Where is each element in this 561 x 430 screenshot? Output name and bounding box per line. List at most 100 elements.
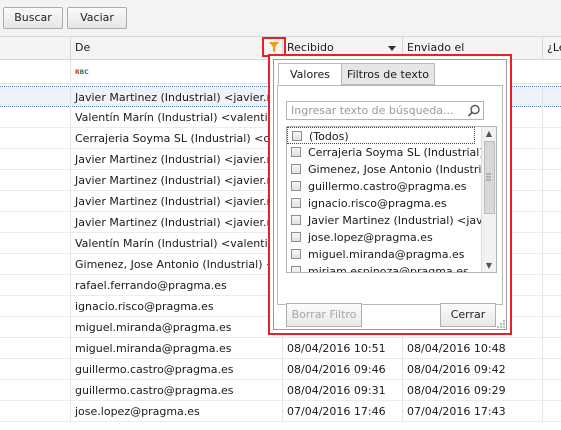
scroll-down-icon[interactable]: ▼ [482,259,496,272]
filter-value-label: (Todos) [309,130,349,143]
row-indicator-cell [0,170,70,190]
tab-text-filters[interactable]: Filtros de texto [341,63,435,85]
read-cell [542,296,561,316]
received-cell: 07/04/2016 17:46 [282,401,402,421]
filter-value-item[interactable]: Cerrajeria Soyma SL (Industrial) <ce [287,144,496,161]
from-cell: miguel.miranda@pragma.es [70,317,282,337]
from-cell: Javier Martinez (Industrial) <javier.mar [70,149,282,169]
filter-condition-icon[interactable]: RBC [75,69,89,76]
sent-cell: 08/04/2016 09:42 [402,359,542,379]
row-indicator-cell [0,233,70,253]
filter-value-item[interactable]: Javier Martinez (Industrial) <javier. [287,212,496,229]
row-indicator-cell [0,254,70,274]
row-indicator-cell [0,191,70,211]
read-cell [542,87,561,107]
read-cell [542,128,561,148]
read-cell [542,317,561,337]
filter-value-item[interactable]: Gimenez, Jose Antonio (Industrial) < [287,161,496,178]
row-indicator-cell [0,212,70,232]
column-filter-popup: Valores Filtros de texto (Todos) Cerraje… [268,54,512,335]
resize-grip-icon[interactable] [497,320,505,328]
table-row[interactable]: jose.lopez@pragma.es 07/04/2016 17:46 07… [0,401,561,422]
search-icon[interactable] [467,104,481,118]
read-cell [542,254,561,274]
read-cell [542,191,561,211]
row-indicator-cell [0,128,70,148]
row-indicator-cell [0,87,70,107]
filter-value-item[interactable]: miguel.miranda@pragma.es [287,246,496,263]
sort-descending-icon [388,46,396,51]
row-indicator-cell [0,107,70,127]
sent-cell: 08/04/2016 09:29 [402,380,542,400]
checkbox[interactable] [291,232,301,242]
checkbox[interactable] [291,147,301,157]
column-header-received-label: Recibido [287,41,334,54]
checkbox[interactable] [292,131,302,141]
row-indicator-cell [0,359,70,379]
column-header-read[interactable]: ¿Le [542,37,561,59]
from-cell: Javier Martinez (Industrial) <javier.mar [70,170,282,190]
received-cell: 08/04/2016 09:46 [282,359,402,379]
filter-value-item[interactable]: jose.lopez@pragma.es [287,229,496,246]
table-row[interactable]: guillermo.castro@pragma.es 08/04/2016 09… [0,359,561,380]
read-cell [542,149,561,169]
filter-values-list: (Todos) Cerrajeria Soyma SL (Industrial)… [286,126,497,273]
from-cell: Javier Martinez (Industrial) <javier.mar [70,87,282,107]
filter-search-input[interactable] [287,102,467,119]
filter-value-item[interactable]: guillermo.castro@pragma.es [287,178,496,195]
toolbar: Buscar Vaciar [0,0,561,36]
checkbox[interactable] [291,266,301,272]
column-header-blank[interactable] [0,37,70,59]
filter-value-label: miriam.espinoza@pragma.es [308,265,469,273]
filter-search-box [286,101,484,120]
sent-cell: 07/04/2016 17:43 [402,401,542,421]
from-cell: Valentín Marín (Industrial) <valentin.m [70,107,282,127]
vertical-scrollbar[interactable]: ▲ ▼ [481,127,496,272]
from-cell: rafael.ferrando@pragma.es [70,275,282,295]
checkbox[interactable] [291,249,301,259]
filter-value-label: Gimenez, Jose Antonio (Industrial) < [308,163,497,176]
from-cell: guillermo.castro@pragma.es [70,380,282,400]
table-row[interactable]: miguel.miranda@pragma.es 08/04/2016 10:5… [0,338,561,359]
filter-value-item[interactable]: (Todos) [287,127,475,144]
filter-value-label: Javier Martinez (Industrial) <javier. [308,214,497,227]
row-indicator-cell [0,317,70,337]
from-cell: Cerrajeria Soyma SL (Industrial) <cerraj [70,128,282,148]
scroll-up-icon[interactable]: ▲ [482,127,496,140]
from-cell: miguel.miranda@pragma.es [70,338,282,358]
from-filter-cell[interactable]: RBC [70,60,282,82]
column-header-from[interactable]: De [70,37,282,59]
clear-filter-button[interactable]: Borrar Filtro [286,303,362,327]
from-cell: Valentín Marín (Industrial) <valentin.m [70,233,282,253]
read-cell [542,359,561,379]
from-cell: Javier Martinez (Industrial) <javier.mar [70,212,282,232]
row-indicator-cell [0,338,70,358]
clear-button[interactable]: Vaciar [67,7,127,29]
table-row[interactable]: guillermo.castro@pragma.es 08/04/2016 09… [0,380,561,401]
read-cell [542,401,561,421]
received-cell: 08/04/2016 09:31 [282,380,402,400]
read-cell [542,380,561,400]
tab-values[interactable]: Valores [278,63,342,85]
read-cell [542,233,561,253]
search-button[interactable]: Buscar [3,7,63,29]
filter-value-label: Cerrajeria Soyma SL (Industrial) <ce [308,146,497,159]
checkbox[interactable] [291,181,301,191]
checkbox[interactable] [291,198,301,208]
from-cell: guillermo.castro@pragma.es [70,359,282,379]
row-indicator-cell [0,380,70,400]
scrollbar-thumb[interactable] [484,141,495,214]
filter-value-label: ignacio.risco@pragma.es [308,197,447,210]
filter-funnel-icon [269,42,279,52]
filter-value-label: jose.lopez@pragma.es [308,231,433,244]
checkbox[interactable] [291,215,301,225]
checkbox[interactable] [291,164,301,174]
filter-value-item[interactable]: ignacio.risco@pragma.es [287,195,496,212]
row-indicator-cell [0,296,70,316]
sent-cell: 08/04/2016 10:48 [402,338,542,358]
filter-popup-body: Valores Filtros de texto (Todos) Cerraje… [273,59,507,330]
filter-value-item[interactable]: miriam.espinoza@pragma.es [287,263,496,273]
read-cell [542,338,561,358]
close-button[interactable]: Cerrar [440,303,496,327]
from-cell: ignacio.risco@pragma.es [70,296,282,316]
